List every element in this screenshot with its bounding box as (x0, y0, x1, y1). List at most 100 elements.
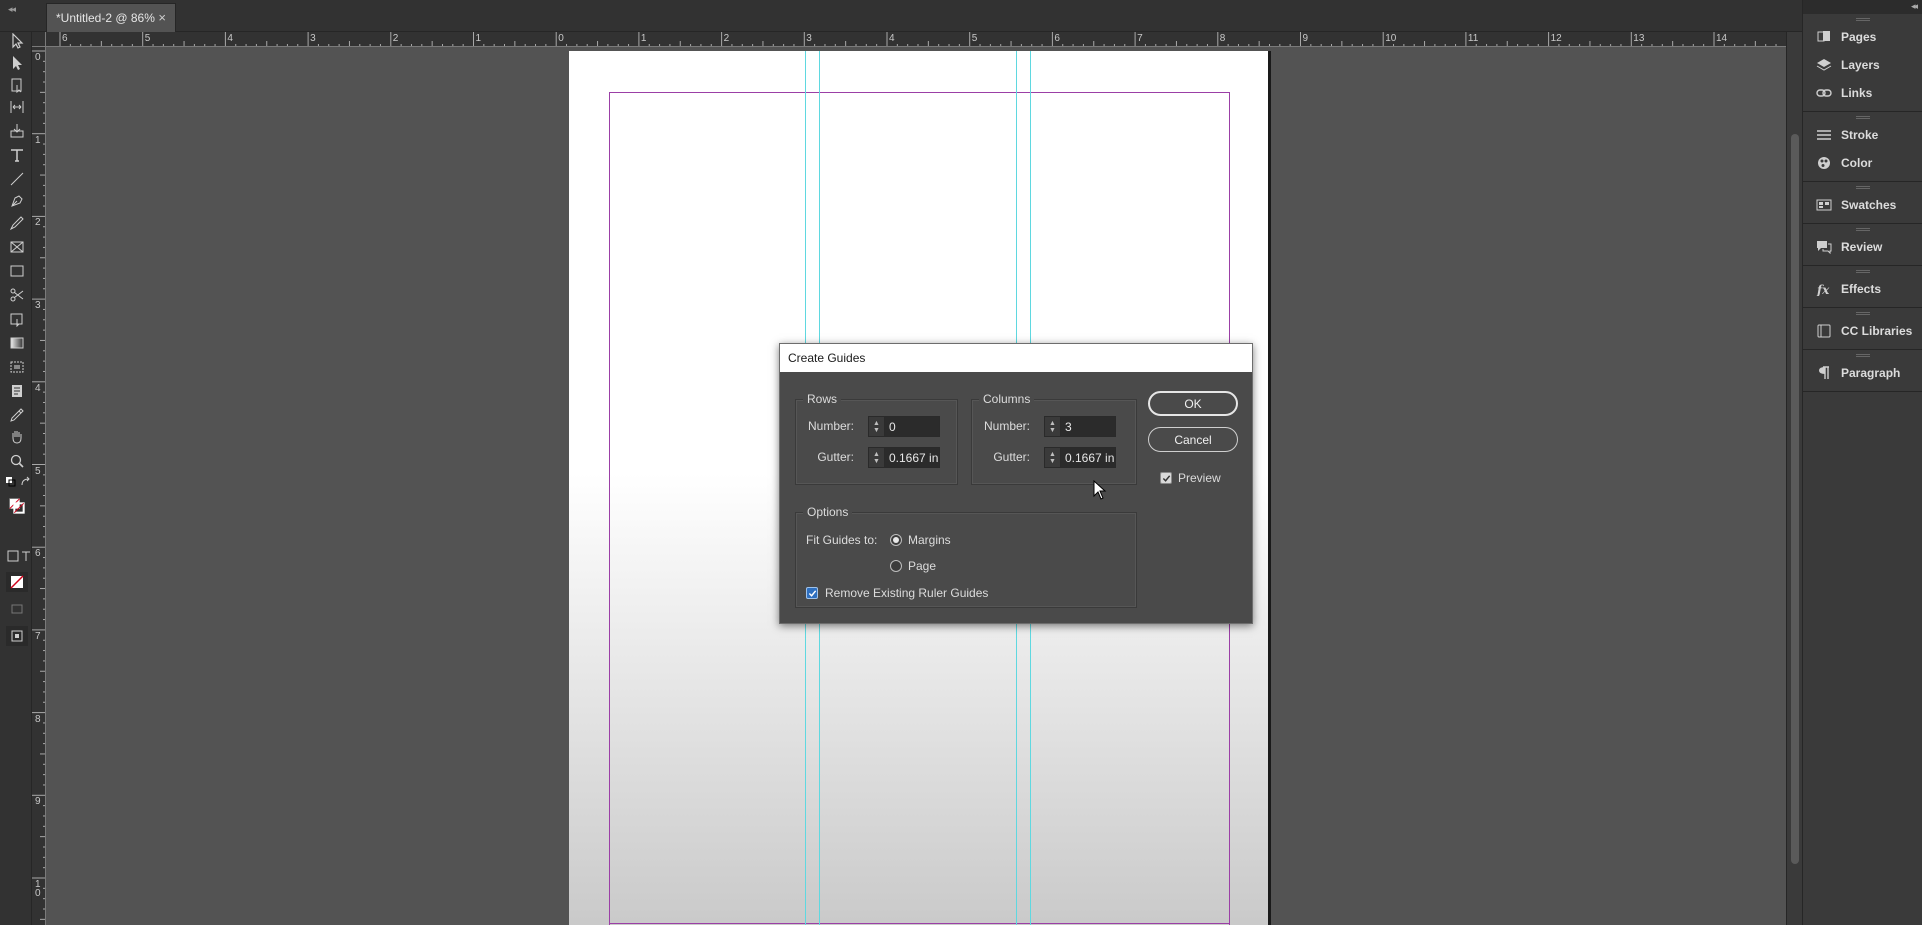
panel-group-grip[interactable] (1855, 18, 1870, 21)
panel-item-stroke[interactable]: Stroke (1803, 121, 1922, 149)
panel-item-label: Swatches (1841, 198, 1897, 212)
content-collector-icon[interactable] (8, 122, 26, 140)
ruler-label: 5 (144, 33, 151, 44)
ruler-label: 3 (806, 33, 812, 44)
collapse-toolbar-icon[interactable]: ◂◂ (8, 4, 16, 15)
rectangle-frame-tool-icon[interactable] (8, 238, 26, 256)
ruler-label: 8 (35, 713, 41, 725)
panel-group: CC Libraries (1803, 308, 1922, 350)
panel-dock-header: ◂◂ (1803, 0, 1922, 14)
pen-tool-icon[interactable] (8, 192, 26, 210)
panel-group: Review (1803, 224, 1922, 266)
fill-stroke-swatch-icon[interactable] (5, 494, 29, 518)
columns-gutter-stepper[interactable]: ▲ ▼ 0.1667 in (1044, 447, 1116, 468)
ok-button[interactable]: OK (1148, 391, 1238, 416)
panel-item-paragraph[interactable]: Paragraph (1803, 359, 1922, 387)
ruler-label: 12 (1550, 33, 1562, 44)
ruler-label: 2 (723, 33, 730, 44)
panel-group-grip[interactable] (1855, 186, 1870, 189)
formatting-text-icon[interactable] (20, 550, 32, 562)
ruler-origin[interactable] (32, 32, 46, 47)
hand-tool-icon[interactable] (8, 428, 26, 446)
preview-label[interactable]: Preview (1178, 471, 1221, 485)
panel-group-grip[interactable] (1855, 354, 1870, 357)
columns-number-input[interactable]: 3 (1061, 417, 1115, 436)
panel-group-grip[interactable] (1855, 116, 1870, 119)
line-tool-icon[interactable] (8, 170, 26, 188)
page-radio[interactable] (890, 560, 902, 572)
default-fill-stroke-icon[interactable] (5, 476, 17, 488)
rows-number-label: Number: (807, 419, 854, 433)
gradient-swatch-tool-icon[interactable] (8, 334, 26, 352)
type-tool-icon[interactable] (8, 146, 26, 164)
close-tab-icon[interactable]: × (158, 10, 166, 25)
remove-guides-checkbox[interactable] (806, 587, 818, 599)
horizontal-ruler[interactable]: 6 5 4 3 2 1 0 1 2 3 4 5 6 7 8 9 10 11 12 13 14 (46, 32, 1786, 47)
vertical-ruler[interactable]: 0 1 2 3 4 5 6 7 8 9 10 (32, 47, 46, 925)
margins-radio-label[interactable]: Margins (908, 533, 951, 547)
ruler-label: 6 (62, 33, 68, 44)
cancel-button[interactable]: Cancel (1148, 427, 1238, 452)
dialog-title: Create Guides (780, 344, 1252, 372)
panel-group: Pages Layers Links (1803, 14, 1922, 112)
rows-number-input[interactable]: 0 (885, 417, 939, 436)
stepper-arrows-icon[interactable]: ▲ ▼ (1045, 417, 1061, 436)
pencil-tool-icon[interactable] (8, 214, 26, 232)
screen-mode-icon[interactable] (6, 626, 28, 646)
panel-item-effects[interactable]: fx Effects (1803, 275, 1922, 303)
gap-tool-icon[interactable] (8, 98, 26, 116)
page-radio-label[interactable]: Page (908, 559, 936, 573)
note-tool-icon[interactable] (8, 382, 26, 400)
panel-group-grip[interactable] (1855, 270, 1870, 273)
stroke-icon (1815, 128, 1833, 142)
zoom-tool-icon[interactable] (8, 452, 26, 470)
panel-item-swatches[interactable]: Swatches (1803, 191, 1922, 219)
margins-radio[interactable] (890, 534, 902, 546)
expand-panels-icon[interactable]: ◂◂ (1911, 1, 1918, 12)
panel-group: fx Effects (1803, 266, 1922, 308)
scrollbar-thumb[interactable] (1791, 134, 1799, 864)
swap-fill-stroke-icon[interactable] (20, 476, 32, 488)
rows-gutter-input[interactable]: 0.1667 in (885, 448, 939, 467)
stepper-arrows-icon[interactable]: ▲ ▼ (1045, 448, 1061, 467)
formatting-container-icon[interactable] (7, 550, 19, 562)
free-transform-tool-icon[interactable] (8, 310, 26, 328)
panel-group-grip[interactable] (1855, 312, 1870, 315)
remove-guides-label[interactable]: Remove Existing Ruler Guides (825, 586, 988, 600)
preview-checkbox[interactable] (1160, 472, 1172, 484)
tools-panel (0, 32, 32, 925)
panel-item-label: Stroke (1841, 128, 1879, 142)
rows-number-stepper[interactable]: ▲ ▼ 0 (868, 416, 940, 437)
eyedropper-tool-icon[interactable] (8, 406, 26, 424)
selection-tool-icon[interactable] (8, 32, 26, 50)
panel-item-pages[interactable]: Pages (1803, 23, 1922, 51)
stepper-arrows-icon[interactable]: ▲ ▼ (869, 448, 885, 467)
ruler-label: 9 (1302, 33, 1309, 44)
cc-libraries-icon (1815, 324, 1833, 338)
svg-text:fx: fx (1816, 283, 1830, 296)
document-tab[interactable]: *Untitled-2 @ 86% × (46, 3, 176, 32)
vertical-scrollbar[interactable] (1786, 32, 1802, 925)
gradient-feather-tool-icon[interactable] (8, 358, 26, 376)
rows-gutter-stepper[interactable]: ▲ ▼ 0.1667 in (868, 447, 940, 468)
page-tool-icon[interactable] (8, 76, 26, 94)
panel-item-review[interactable]: Review (1803, 233, 1922, 261)
rows-group: Rows (795, 392, 958, 485)
columns-number-stepper[interactable]: ▲ ▼ 3 (1044, 416, 1116, 437)
create-guides-dialog: Create Guides Rows Number: ▲ ▼ 0 Gutter: … (779, 343, 1253, 624)
columns-gutter-input[interactable]: 0.1667 in (1061, 448, 1115, 467)
scissors-tool-icon[interactable] (8, 286, 26, 304)
rectangle-tool-icon[interactable] (8, 262, 26, 280)
ruler-label: 5 (971, 33, 978, 44)
normal-view-icon[interactable] (8, 600, 26, 618)
direct-selection-tool-icon[interactable] (8, 54, 26, 72)
panel-item-cc-libraries[interactable]: CC Libraries (1803, 317, 1922, 345)
stepper-arrows-icon[interactable]: ▲ ▼ (869, 417, 885, 436)
apply-none-icon[interactable] (6, 572, 28, 592)
panel-item-layers[interactable]: Layers (1803, 51, 1922, 79)
panel-item-links[interactable]: Links (1803, 79, 1922, 107)
ruler-label: 10 (1385, 33, 1397, 44)
panel-item-color[interactable]: Color (1803, 149, 1922, 177)
panel-group-grip[interactable] (1855, 228, 1870, 231)
columns-legend: Columns (979, 392, 1035, 406)
